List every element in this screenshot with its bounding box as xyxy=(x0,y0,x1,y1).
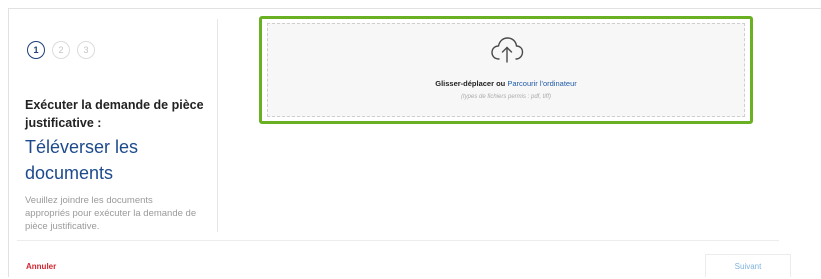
footer-divider xyxy=(17,240,779,241)
stepper: 1 2 3 xyxy=(27,41,95,59)
file-dropzone[interactable]: Glisser-déplacer ou Parcourir l'ordinate… xyxy=(267,23,745,117)
page-title: Téléverser les documents xyxy=(25,137,139,183)
cloud-upload-icon xyxy=(491,37,524,63)
instructions-text: Veuillez joindre les documents approprié… xyxy=(25,195,197,232)
cancel-button[interactable]: Annuler xyxy=(26,262,56,271)
dropzone-instructions: Glisser-déplacer ou Parcourir l'ordinate… xyxy=(268,79,744,88)
step-2-indicator: 2 xyxy=(52,41,70,59)
next-button[interactable]: Suivant xyxy=(705,254,791,277)
drag-drop-text: Glisser-déplacer ou xyxy=(435,79,506,88)
task-title: Exécuter la demande de pièce justificati… xyxy=(25,98,204,130)
step-1-indicator: 1 xyxy=(27,41,45,59)
step-3-indicator: 3 xyxy=(77,41,95,59)
browse-computer-link[interactable]: Parcourir l'ordinateur xyxy=(507,79,576,88)
vertical-divider xyxy=(217,19,218,232)
allowed-file-types: (types de fichiers permis : pdf, tiff) xyxy=(460,94,552,100)
